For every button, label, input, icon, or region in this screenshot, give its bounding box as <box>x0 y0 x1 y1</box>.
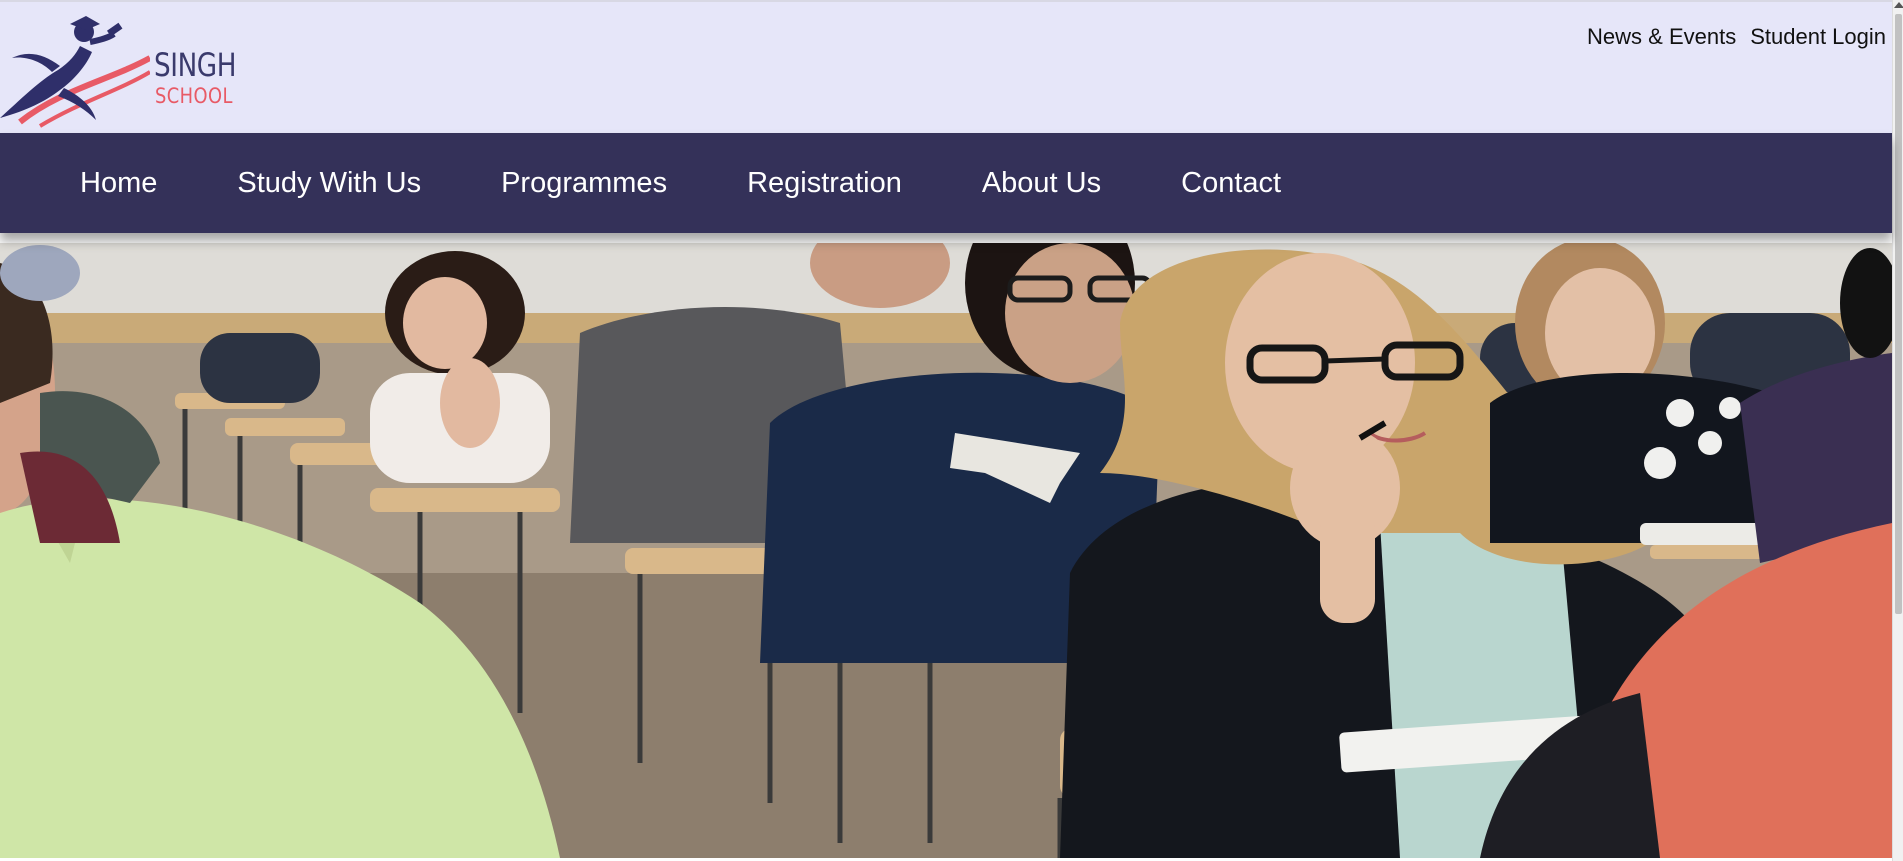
school-logo[interactable]: SINGH SCHOOL <box>0 10 250 130</box>
nav-item-study-with-us[interactable]: Study With Us <box>237 167 421 200</box>
page: SINGH SCHOOL News & Events Student Login… <box>0 0 1903 861</box>
top-links: News & Events Student Login <box>1587 24 1886 50</box>
nav-item-programmes[interactable]: Programmes <box>501 167 667 200</box>
hero-image <box>0 243 1892 858</box>
scroll-thumb[interactable] <box>1895 14 1902 614</box>
nav-item-contact[interactable]: Contact <box>1181 167 1281 200</box>
news-events-link[interactable]: News & Events <box>1587 24 1736 50</box>
nav-item-about-us[interactable]: About Us <box>982 167 1101 200</box>
nav-item-registration[interactable]: Registration <box>747 167 902 200</box>
nav-list: Home Study With Us Programmes Registrati… <box>0 133 1892 233</box>
graduate-runner-logo-icon <box>0 16 150 128</box>
nav-item-home[interactable]: Home <box>80 167 157 200</box>
students-classroom-illustration <box>0 243 1892 858</box>
scroll-up-arrow-icon[interactable] <box>1894 2 1903 8</box>
main-nav: Home Study With Us Programmes Registrati… <box>0 133 1892 233</box>
page-scrollbar[interactable] <box>1892 0 1903 861</box>
logo-text-school: SCHOOL <box>155 84 233 108</box>
student-login-link[interactable]: Student Login <box>1750 24 1886 50</box>
logo-text-singh: SINGH <box>154 46 237 84</box>
site-header: SINGH SCHOOL News & Events Student Login <box>0 0 1892 133</box>
